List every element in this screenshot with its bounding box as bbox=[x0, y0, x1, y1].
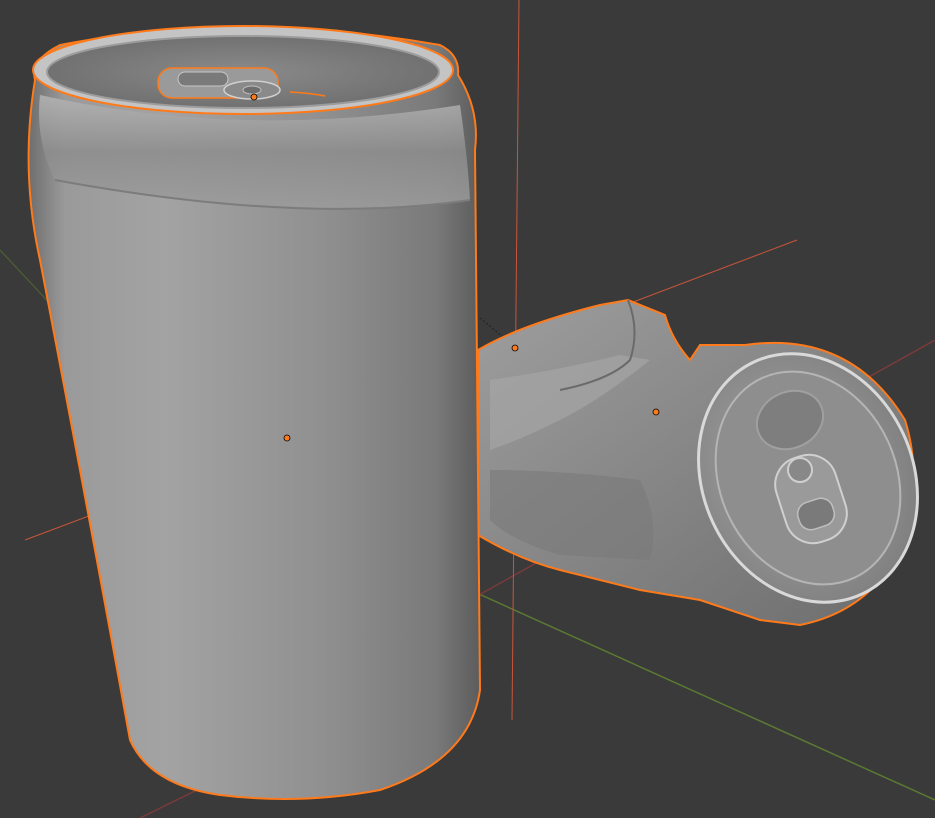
3d-viewport[interactable] bbox=[0, 0, 935, 818]
crushed-can[interactable] bbox=[477, 298, 935, 638]
upright-can[interactable] bbox=[27, 25, 482, 800]
crushed-can-origin-point[interactable] bbox=[652, 408, 660, 416]
crushed-can-pivot-point[interactable] bbox=[511, 344, 519, 352]
y-axis-line bbox=[469, 589, 935, 801]
upright-can-lid-point[interactable] bbox=[250, 93, 258, 101]
viewport-canvas[interactable] bbox=[0, 0, 935, 818]
upright-can-origin-point[interactable] bbox=[283, 434, 291, 442]
